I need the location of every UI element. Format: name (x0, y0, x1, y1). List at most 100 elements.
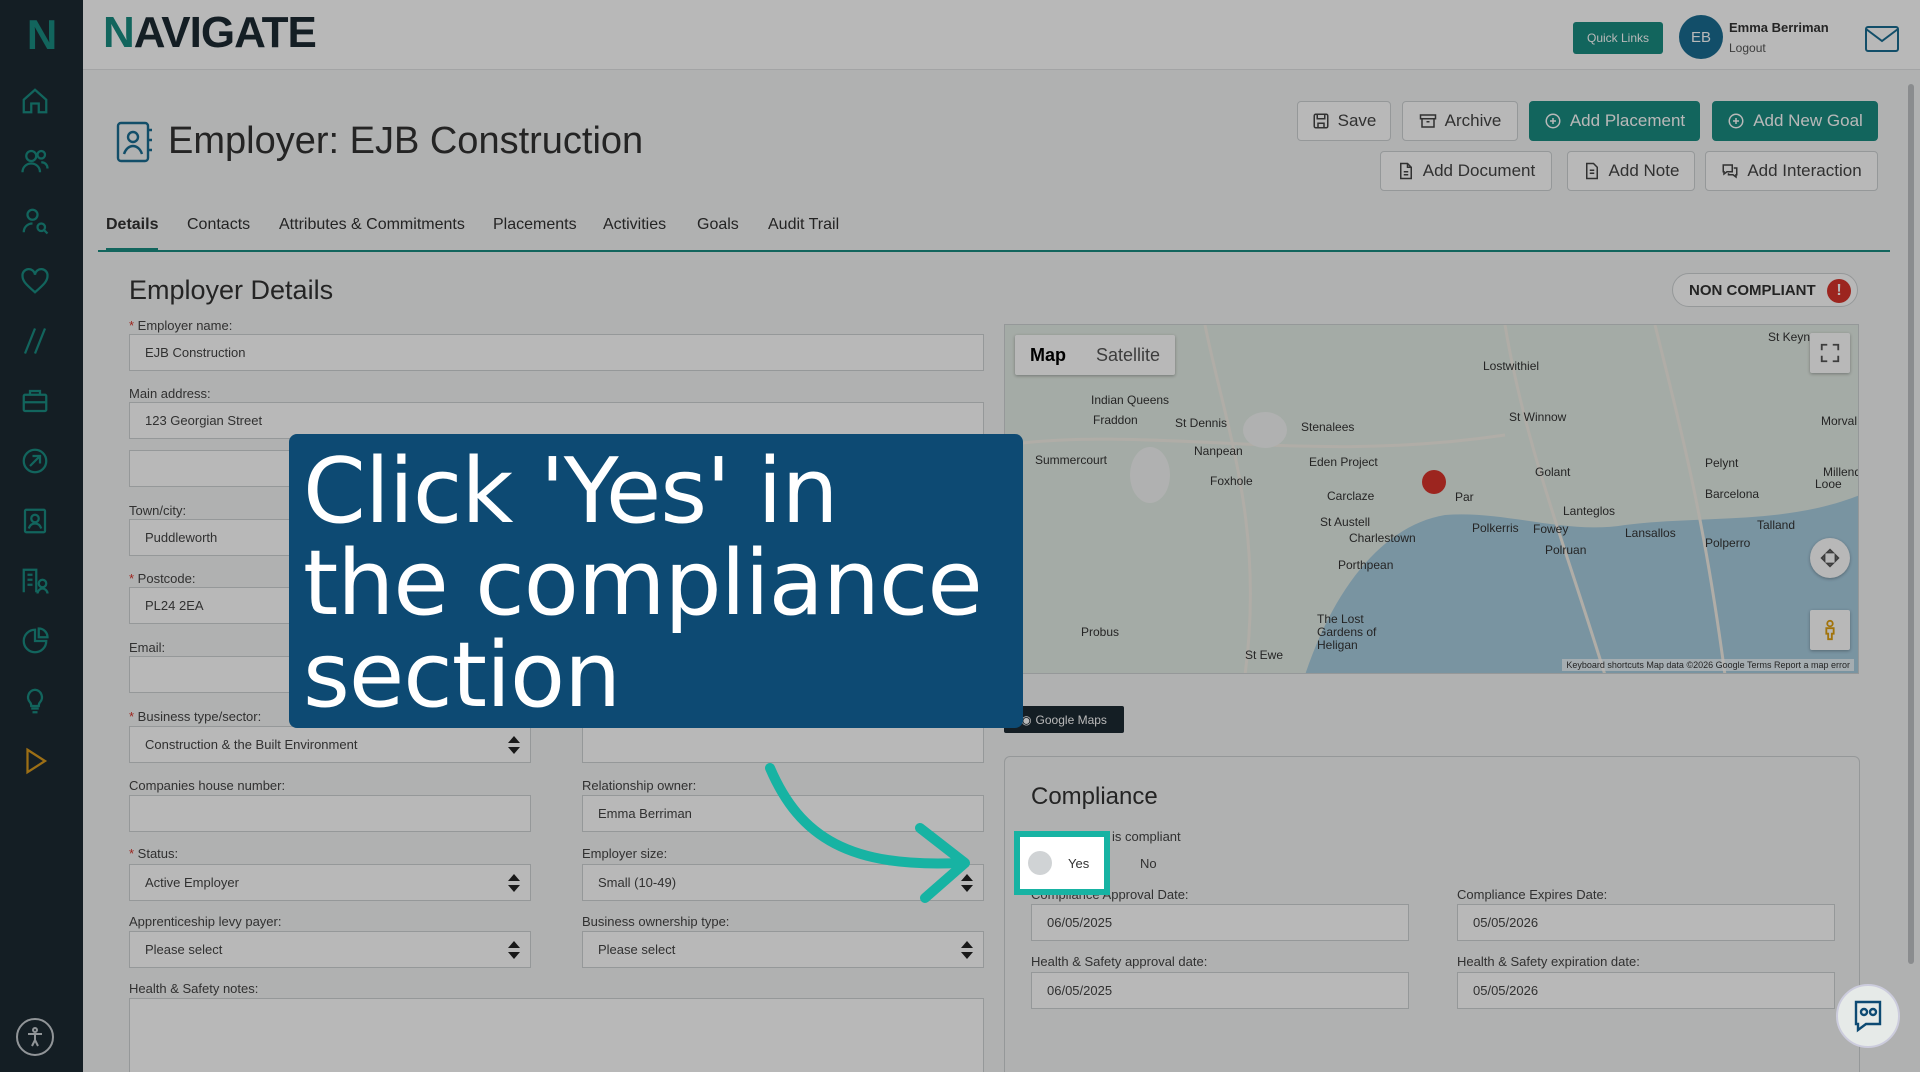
user-search-icon[interactable] (18, 204, 52, 238)
tab-goals[interactable]: Goals (697, 216, 739, 234)
avatar[interactable]: EB (1679, 15, 1723, 59)
ownership-type-select[interactable]: Please select (582, 931, 984, 968)
add-note-button[interactable]: Add Note (1567, 151, 1695, 191)
hs-approval-input[interactable]: 06/05/2025 (1031, 972, 1409, 1009)
navigate-logo[interactable]: NAVIGATE (103, 8, 317, 58)
status-label: * Status: (129, 846, 179, 861)
status-select[interactable]: Active Employer (129, 864, 531, 901)
quick-links-button[interactable]: Quick Links (1573, 22, 1663, 54)
map-footer[interactable]: Keyboard shortcuts Map data ©2026 Google… (1562, 659, 1854, 671)
plus-circle-icon (1545, 113, 1561, 129)
add-document-button[interactable]: Add Document (1380, 151, 1552, 191)
tab-details[interactable]: Details (106, 216, 159, 251)
status-value: Active Employer (145, 875, 239, 890)
compliance-expires-label: Compliance Expires Date: (1457, 887, 1608, 902)
fullscreen-icon[interactable] (1810, 333, 1850, 373)
callout-arrow-icon (765, 763, 970, 903)
heart-icon[interactable] (18, 264, 52, 298)
compliance-expires-input[interactable]: 05/05/2026 (1457, 904, 1835, 941)
add-interaction-button[interactable]: Add Interaction (1705, 151, 1878, 191)
plus-circle-icon (1728, 113, 1744, 129)
location-map[interactable]: Map Satellite St Keyne Lostwithiel India… (1004, 324, 1859, 674)
mail-icon[interactable] (1865, 26, 1899, 52)
business-type-label-text: Business type/sector: (137, 709, 262, 724)
sidebar-logo[interactable]: N (20, 12, 64, 58)
logo-letter: N (103, 8, 135, 57)
map-place: St Winnow (1509, 410, 1567, 424)
map-place: The Lost Gardens of Heligan (1317, 612, 1377, 652)
companies-house-input[interactable] (129, 795, 531, 832)
tab-contacts[interactable]: Contacts (187, 216, 250, 234)
warning-icon: ! (1827, 279, 1851, 303)
compliance-approval-input[interactable]: 06/05/2025 (1031, 904, 1409, 941)
add-document-label: Add Document (1422, 161, 1536, 180)
map-place: St Ewe (1245, 648, 1284, 662)
add-note-label: Add Note (1608, 161, 1680, 180)
map-pan-icon[interactable] (1810, 538, 1850, 578)
lightbulb-icon[interactable] (18, 684, 52, 718)
add-new-goal-button[interactable]: Add New Goal (1712, 101, 1878, 141)
add-interaction-label: Add Interaction (1747, 161, 1862, 180)
contact-book-icon[interactable] (18, 504, 52, 538)
main-address-label: Main address: (129, 386, 211, 401)
rocket-icon[interactable] (18, 444, 52, 478)
slashes-icon[interactable] (18, 324, 52, 358)
archive-icon (1419, 114, 1436, 128)
business-type-select[interactable]: Construction & the Built Environment (129, 726, 531, 763)
select-arrows-icon (508, 874, 520, 892)
map-place: Lanteglos (1563, 504, 1616, 518)
building-user-icon[interactable] (18, 564, 52, 598)
home-icon[interactable] (18, 84, 52, 118)
document-icon (1399, 162, 1412, 180)
chat-bubbles-icon (1722, 164, 1738, 179)
map-place: Par (1455, 490, 1474, 504)
tab-placements[interactable]: Placements (493, 216, 577, 234)
tab-attributes-commitments[interactable]: Attributes & Commitments (279, 216, 465, 234)
page-scrollbar[interactable] (1904, 72, 1916, 1072)
compliance-no-label[interactable]: No (1140, 856, 1157, 871)
map-place: Polperro (1705, 536, 1751, 550)
tab-audit-trail[interactable]: Audit Trail (768, 216, 839, 234)
tutorial-callout: Click 'Yes' in the compliance section (289, 434, 1023, 728)
town-label: Town/city: (129, 503, 187, 518)
map-tab-map[interactable]: Map (1015, 335, 1081, 375)
sidebar: N (0, 0, 83, 1072)
employer-name-label-text: Employer name: (137, 318, 233, 333)
hs-notes-label: Health & Safety notes: (129, 981, 259, 996)
employer-name-label: * Employer name: (129, 318, 233, 333)
add-placement-label: Add Placement (1569, 111, 1686, 130)
accessibility-icon[interactable] (16, 1018, 54, 1056)
map-place: Polkerris (1472, 521, 1519, 535)
map-place: St Austell (1320, 515, 1371, 529)
tab-activities[interactable]: Activities (603, 216, 666, 234)
pie-chart-icon[interactable] (18, 624, 52, 658)
postcode-label-text: Postcode: (137, 571, 196, 586)
map-tab-satellite[interactable]: Satellite (1081, 335, 1175, 375)
compliance-yes-label[interactable]: Yes (1068, 856, 1089, 871)
employer-name-input[interactable]: EJB Construction (129, 334, 984, 371)
map-place: Indian Queens (1091, 393, 1170, 407)
play-icon[interactable] (18, 744, 52, 778)
map-place: Talland (1757, 518, 1796, 532)
hs-expiry-label: Health & Safety expiration date: (1457, 954, 1640, 969)
save-button[interactable]: Save (1297, 101, 1391, 141)
hs-notes-textarea[interactable] (129, 998, 984, 1072)
map-place: St Dennis (1175, 416, 1228, 430)
users-icon[interactable] (18, 144, 52, 178)
archive-button[interactable]: Archive (1402, 101, 1518, 141)
add-placement-button[interactable]: Add Placement (1529, 101, 1700, 141)
hs-expiry-input[interactable]: 05/05/2026 (1457, 972, 1835, 1009)
levy-payer-label: Apprenticeship levy payer: (129, 914, 282, 929)
street-view-icon[interactable] (1810, 610, 1850, 650)
map-place: Morval (1821, 414, 1858, 428)
note-icon (1585, 162, 1598, 180)
levy-payer-select[interactable]: Please select (129, 931, 531, 968)
yes-radio[interactable] (1028, 851, 1052, 875)
logout-link[interactable]: Logout (1729, 41, 1766, 55)
compliance-yes-option[interactable]: Yes (1014, 831, 1110, 895)
scroll-thumb[interactable] (1908, 84, 1914, 964)
map-place: Summercourt (1035, 453, 1108, 467)
map-place: Pelynt (1705, 456, 1739, 470)
briefcase-icon[interactable] (18, 384, 52, 418)
help-bot-icon[interactable] (1836, 984, 1900, 1048)
